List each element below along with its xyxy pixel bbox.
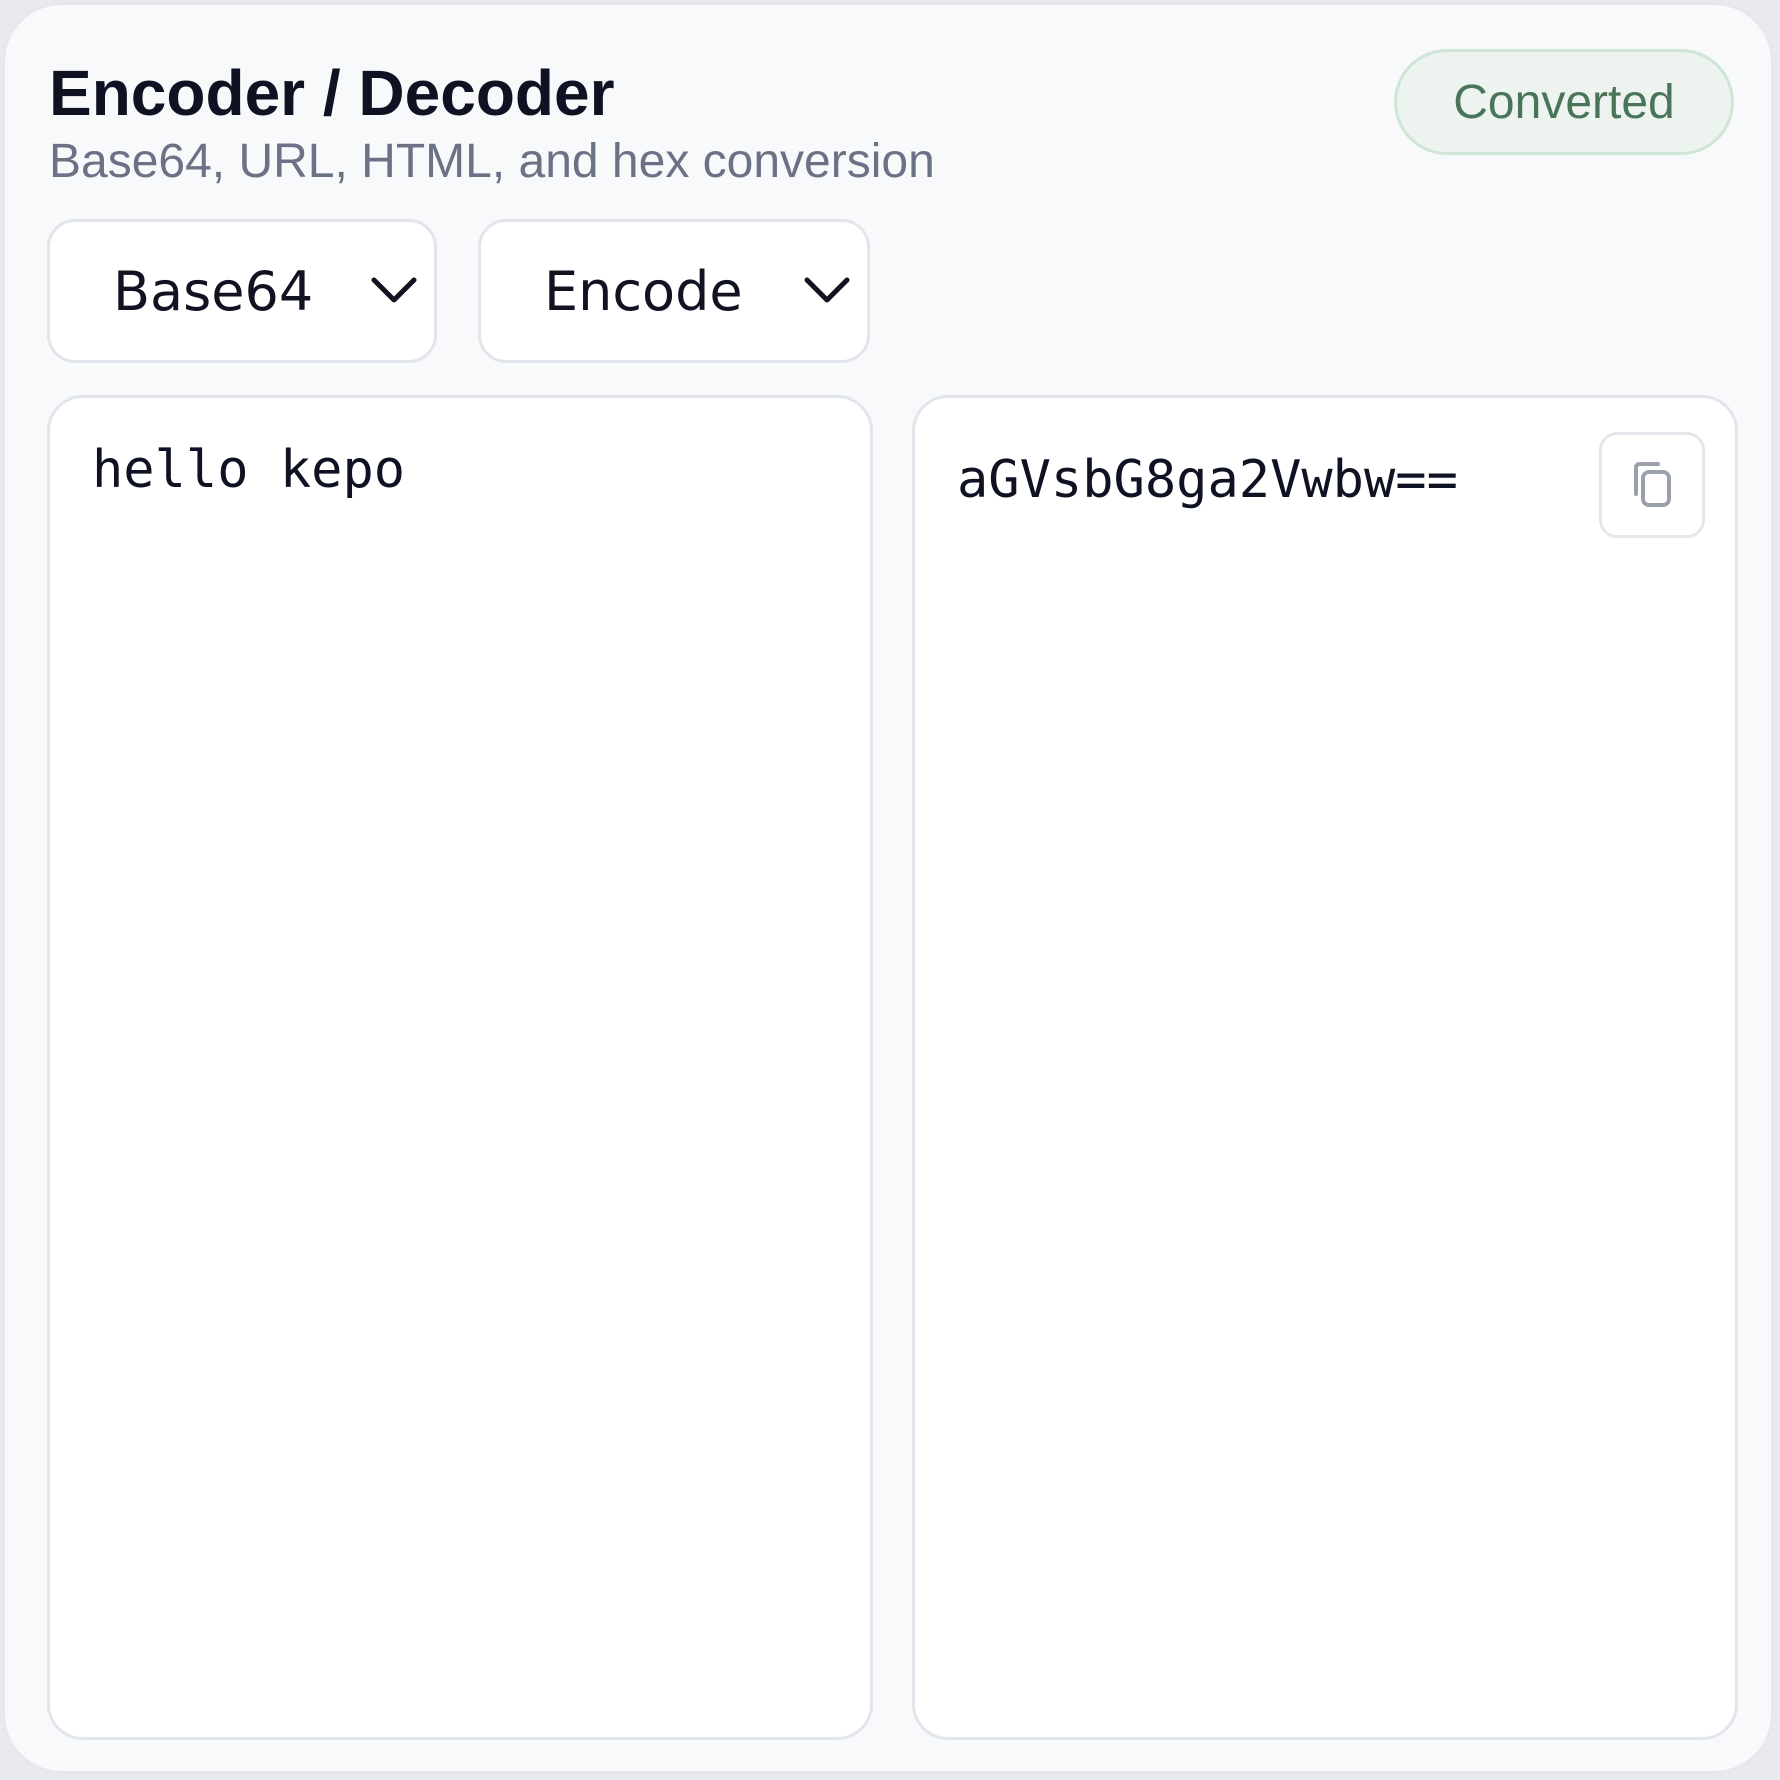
page-subtitle: Base64, URL, HTML, and hex conversion — [49, 135, 935, 188]
copy-button[interactable] — [1599, 432, 1705, 538]
status-badge: Converted — [1394, 49, 1734, 155]
chevron-down-icon — [804, 277, 850, 303]
format-select-value: Base64 — [113, 259, 314, 323]
encoder-decoder-card: Encoder / Decoder Base64, URL, HTML, and… — [2, 2, 1774, 1774]
mode-select[interactable]: Encode — [478, 219, 870, 363]
chevron-down-icon — [371, 277, 417, 303]
output-panel[interactable]: aGVsbG8ga2Vwbw== — [912, 395, 1738, 1740]
format-select[interactable]: Base64 — [47, 219, 437, 363]
input-text: hello kepo — [92, 440, 406, 500]
copy-icon — [1634, 462, 1671, 507]
page-title: Encoder / Decoder — [49, 57, 615, 129]
input-textarea[interactable]: hello kepo — [47, 395, 873, 1740]
mode-select-value: Encode — [544, 259, 743, 323]
output-text: aGVsbG8ga2Vwbw== — [957, 450, 1458, 510]
